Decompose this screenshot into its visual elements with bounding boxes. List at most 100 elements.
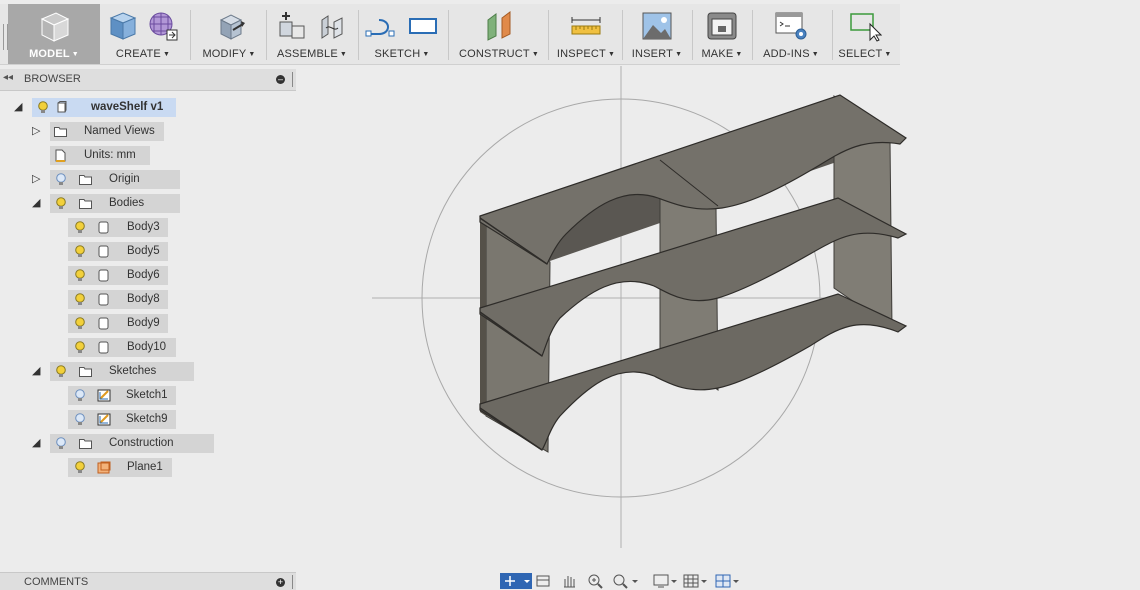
create-label: CREATE bbox=[115, 48, 161, 60]
3d-viewport[interactable] bbox=[298, 66, 1140, 572]
insert-label: INSERT bbox=[631, 48, 674, 60]
pan-hand-icon[interactable] bbox=[560, 573, 578, 589]
construct-menu[interactable]: CONSTRUCT ▼ bbox=[456, 4, 542, 64]
lightbulb-on-icon[interactable] bbox=[75, 245, 85, 258]
modify-menu[interactable]: MODIFY ▼ bbox=[198, 4, 260, 64]
separator bbox=[358, 10, 359, 60]
lightbulb-on-icon[interactable] bbox=[56, 197, 66, 210]
separator bbox=[692, 10, 693, 60]
origin-label: Origin bbox=[109, 173, 140, 185]
expand-triangle-icon[interactable]: ▷ bbox=[32, 124, 40, 137]
body-icon bbox=[98, 245, 109, 258]
modify-label: MODIFY bbox=[202, 48, 247, 60]
collapse-triangle-icon[interactable]: ◢ bbox=[14, 100, 22, 113]
insert-image-icon bbox=[642, 12, 672, 40]
press-pull-icon bbox=[219, 14, 245, 40]
plane-icon bbox=[97, 461, 111, 474]
sketch-menu[interactable]: SKETCH ▼ bbox=[364, 4, 440, 64]
viewports-icon[interactable] bbox=[714, 573, 742, 589]
browser-title: BROWSER bbox=[24, 73, 81, 85]
zoom-icon[interactable] bbox=[586, 573, 606, 589]
look-at-icon[interactable] bbox=[534, 573, 552, 589]
lightbulb-on-icon[interactable] bbox=[75, 269, 85, 282]
body-icon bbox=[98, 341, 109, 354]
lightbulb-off-icon[interactable] bbox=[56, 173, 66, 186]
plane-label: Plane1 bbox=[127, 461, 163, 473]
construct-label: CONSTRUCT bbox=[459, 48, 530, 60]
collapse-triangle-icon[interactable]: ◢ bbox=[32, 196, 40, 209]
lightbulb-off-icon[interactable] bbox=[75, 413, 85, 426]
panel-grip[interactable] bbox=[292, 575, 294, 589]
joint-icon bbox=[321, 15, 343, 39]
navigation-bar bbox=[498, 572, 744, 589]
lightbulb-on-icon[interactable] bbox=[56, 365, 66, 378]
units-label: Units: mm bbox=[84, 149, 136, 161]
inspect-menu[interactable]: INSPECT ▼ bbox=[554, 4, 618, 64]
model-cube-icon bbox=[40, 12, 70, 42]
lightbulb-on-icon[interactable] bbox=[75, 293, 85, 306]
body-label: Body9 bbox=[127, 317, 160, 329]
folder-icon bbox=[79, 199, 92, 209]
sketch-label: Sketch9 bbox=[126, 413, 168, 425]
root-label: waveShelf v1 bbox=[91, 101, 164, 113]
separator bbox=[752, 10, 753, 60]
comments-title: COMMENTS bbox=[24, 576, 89, 588]
browser-header: ◂◂ BROWSER – bbox=[0, 69, 296, 91]
insert-menu[interactable]: INSERT ▼ bbox=[628, 4, 686, 64]
sketches-label: Sketches bbox=[109, 365, 157, 377]
named-views-label: Named Views bbox=[84, 125, 155, 137]
add-comment-icon[interactable]: + bbox=[276, 578, 285, 587]
add-ins-label: ADD-INS bbox=[763, 48, 810, 60]
lightbulb-off-icon[interactable] bbox=[75, 389, 85, 402]
body-label: Body8 bbox=[127, 293, 160, 305]
workspace-switcher[interactable]: MODEL ▼ bbox=[8, 4, 100, 64]
form-icon bbox=[149, 12, 178, 41]
folder-icon bbox=[79, 439, 92, 449]
create-menu[interactable]: CREATE ▼ bbox=[104, 4, 182, 64]
fit-zoom-icon[interactable] bbox=[610, 573, 640, 589]
lightbulb-on-icon[interactable] bbox=[75, 461, 85, 474]
display-settings-icon[interactable] bbox=[652, 573, 680, 589]
lightbulb-on-icon[interactable] bbox=[75, 221, 85, 234]
workspace-label: MODEL bbox=[29, 48, 70, 60]
folder-icon bbox=[54, 127, 67, 137]
body-icon bbox=[98, 317, 109, 330]
select-label: SELECT bbox=[838, 48, 883, 60]
sketch-icon bbox=[97, 389, 111, 402]
add-ins-menu[interactable]: ADD-INS ▼ bbox=[756, 4, 826, 64]
separator bbox=[832, 10, 833, 60]
separator bbox=[190, 10, 191, 60]
orbit-icon[interactable] bbox=[500, 573, 532, 589]
collapse-triangle-icon[interactable]: ◢ bbox=[32, 364, 40, 377]
offset-plane-icon bbox=[487, 11, 511, 41]
body-icon bbox=[98, 269, 109, 282]
bodies-label: Bodies bbox=[109, 197, 145, 209]
new-component-icon bbox=[279, 12, 305, 39]
collapse-panel-icon[interactable]: ◂◂ bbox=[3, 72, 13, 83]
component-icon bbox=[57, 101, 67, 113]
collapse-triangle-icon[interactable]: ◢ bbox=[32, 436, 40, 449]
assemble-label: ASSEMBLE bbox=[276, 48, 338, 60]
select-menu[interactable]: SELECT ▼ bbox=[838, 4, 892, 64]
lightbulb-on-icon[interactable] bbox=[75, 317, 85, 330]
assemble-menu[interactable]: ASSEMBLE ▼ bbox=[274, 4, 350, 64]
lightbulb-off-icon[interactable] bbox=[56, 437, 66, 450]
lightbulb-on-icon[interactable] bbox=[38, 101, 48, 114]
separator bbox=[448, 10, 449, 60]
folder-icon bbox=[79, 175, 92, 185]
panel-grip[interactable] bbox=[292, 72, 294, 87]
rectangle-sketch-icon bbox=[409, 18, 437, 34]
shelf-model[interactable] bbox=[479, 94, 908, 453]
expand-triangle-icon[interactable]: ▷ bbox=[32, 172, 40, 185]
body-label: Body3 bbox=[127, 221, 160, 233]
toolbar: MODEL ▼ CREATE ▼ MODIFY ▼ ASSEMBLE ▼ SKE… bbox=[0, 4, 900, 65]
document-settings-icon bbox=[55, 149, 66, 162]
make-menu[interactable]: MAKE ▼ bbox=[698, 4, 746, 64]
line-sketch-icon bbox=[365, 19, 395, 37]
lightbulb-on-icon[interactable] bbox=[75, 341, 85, 354]
separator bbox=[548, 10, 549, 60]
grid-settings-icon[interactable] bbox=[682, 573, 710, 589]
scripts-icon bbox=[775, 12, 807, 40]
box-icon bbox=[109, 12, 137, 40]
minimize-icon[interactable]: – bbox=[276, 75, 285, 84]
